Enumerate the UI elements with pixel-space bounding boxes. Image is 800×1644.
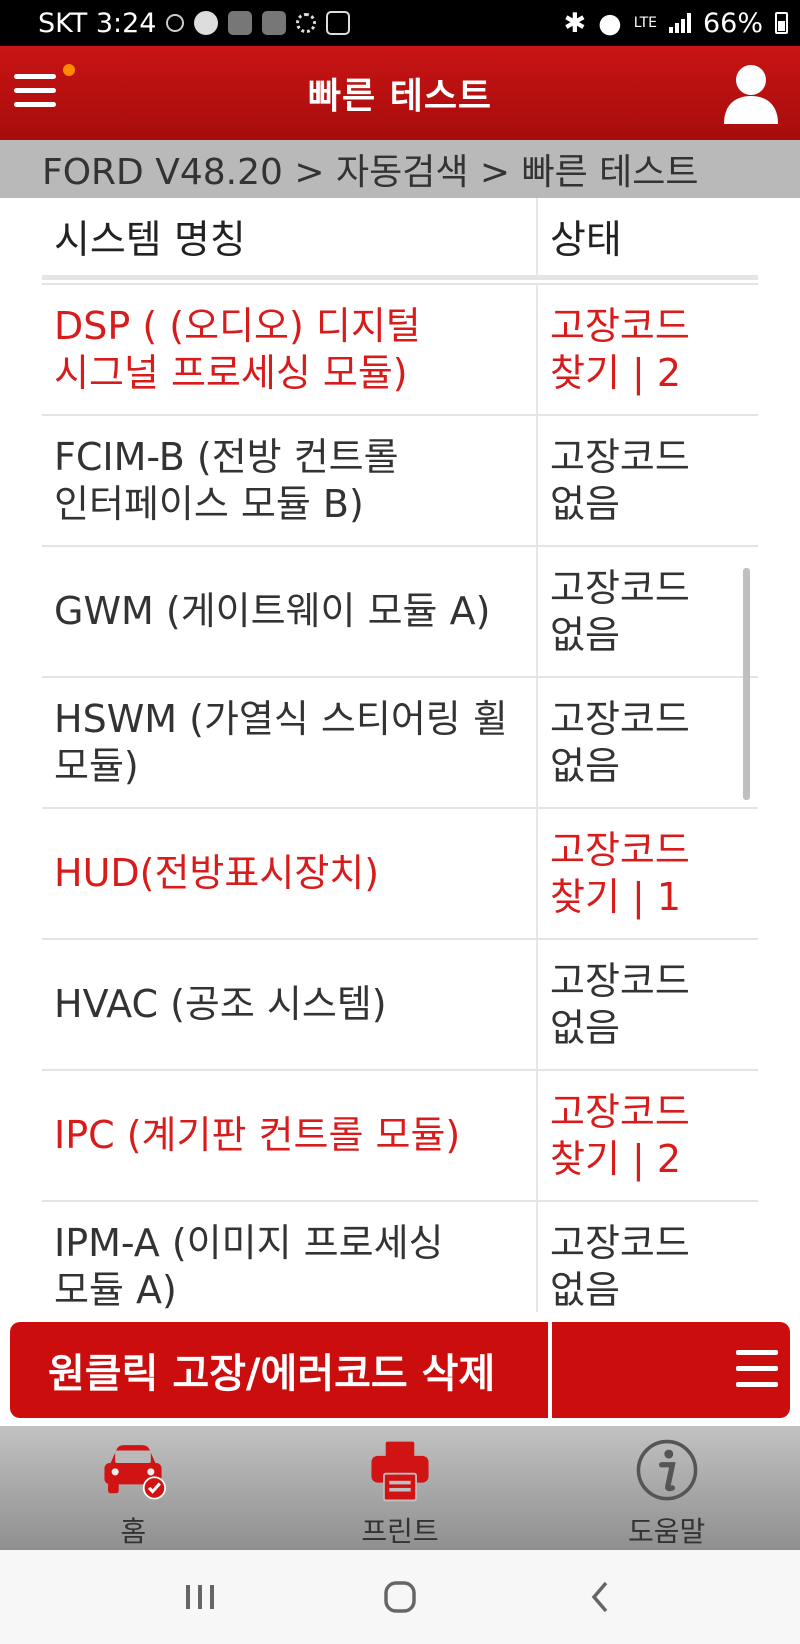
- back-icon[interactable]: [570, 1567, 630, 1627]
- status-text: 찾기 | 1: [550, 874, 682, 919]
- scrollbar-thumb[interactable]: [743, 568, 750, 800]
- stock-app-icon: [262, 11, 287, 35]
- home-icon[interactable]: [370, 1567, 430, 1627]
- system-name: FCIM-B (전방 컨트롤: [54, 434, 399, 479]
- status-text: 찾기 | 2: [550, 350, 682, 395]
- action-bar: 원클릭 고장/에러코드 삭제: [10, 1322, 790, 1418]
- breadcrumb: FORD V48.20 > 자동검색 > 빠른 테스트: [0, 140, 800, 198]
- nav-print[interactable]: 프린트: [267, 1426, 534, 1550]
- system-name: GWM (게이트웨이 모듈 A): [54, 589, 491, 633]
- status-text: 고장코드: [550, 303, 690, 348]
- status-cell: 고장코드 찾기 | 2: [538, 1071, 758, 1200]
- nav-help[interactable]: 도움말: [533, 1426, 800, 1550]
- status-cell: 고장코드 없음: [538, 940, 758, 1069]
- system-name: HVAC (공조 시스템): [54, 982, 387, 1026]
- status-text: 없음: [550, 1267, 620, 1312]
- network-type: LTE: [633, 15, 657, 31]
- system-name: 시그널 프로세싱 모듈): [54, 350, 408, 395]
- status-text: 고장코드: [550, 1089, 690, 1134]
- app-bar: 빠른 테스트: [0, 46, 800, 140]
- printer-icon: [371, 1441, 429, 1502]
- info-icon: [636, 1439, 697, 1501]
- status-text: 고장코드: [550, 958, 690, 1003]
- status-text: 없음: [550, 743, 620, 788]
- status-text: 없음: [550, 1005, 620, 1050]
- status-text: 고장코드: [550, 434, 690, 479]
- battery-icon: [775, 12, 788, 34]
- system-name-cell: HVAC (공조 시스템): [42, 940, 538, 1069]
- fan-icon: [296, 13, 317, 33]
- system-name-cell: DSP ( (오디오) 디지털 시그널 프로세싱 모듈): [42, 285, 538, 414]
- system-name-cell: IPM-A (이미지 프로세싱 모듈 A): [42, 1202, 538, 1312]
- column-header-status: 상태: [550, 217, 622, 263]
- system-nav-bar: [0, 1550, 800, 1644]
- bottom-nav: 홈 프린트 도움말: [0, 1426, 800, 1550]
- column-header-system-name: 시스템 명칭: [42, 198, 538, 275]
- system-name-cell: HUD(전방표시장치): [42, 809, 538, 938]
- system-name: IPM-A (이미지 프로세싱: [54, 1220, 444, 1265]
- status-cell: 고장코드 없음: [538, 678, 758, 807]
- stethoscope-icon: [166, 14, 185, 32]
- status-cell: 고장코드 찾기 | 2: [538, 285, 758, 414]
- page-title: 빠른 테스트: [307, 76, 493, 117]
- table-row[interactable]: HUD(전방표시장치) 고장코드 찾기 | 1: [42, 809, 758, 940]
- table-row[interactable]: GWM (게이트웨이 모듈 A) 고장코드 없음: [42, 547, 758, 678]
- nav-help-label: 도움말: [628, 1515, 706, 1548]
- system-name-cell: IPC (계기판 컨트롤 모듈): [42, 1071, 538, 1200]
- table-row[interactable]: FCIM-B (전방 컨트롤 인터페이스 모듈 B) 고장코드 없음: [42, 416, 758, 547]
- status-bar: SKT 3:24 ✱ ● LTE 66%: [0, 0, 800, 46]
- status-text: 찾기 | 2: [550, 1136, 682, 1181]
- status-text: 고장코드: [550, 1220, 690, 1265]
- status-cell: 고장코드 없음: [538, 416, 758, 545]
- status-text: 고장코드: [550, 696, 690, 741]
- status-text: 없음: [550, 612, 620, 657]
- system-name-cell: HSWM (가열식 스티어링 휠 모듈): [42, 678, 538, 807]
- app-notification-icon: [228, 11, 253, 35]
- hamburger-icon[interactable]: [14, 74, 56, 108]
- status-text: 없음: [550, 481, 620, 526]
- status-text: 고장코드: [550, 827, 690, 872]
- table-row[interactable]: IPM-A (이미지 프로세싱 모듈 A) 고장코드 없음: [42, 1202, 758, 1312]
- system-name: 인터페이스 모듈 B): [54, 481, 364, 526]
- table-row[interactable]: DSP ( (오디오) 디지털 시그널 프로세싱 모듈) 고장코드 찾기 | 2: [42, 285, 758, 416]
- menu-icon: [736, 1350, 778, 1398]
- battery-percent: 66%: [702, 7, 763, 39]
- system-name: 모듈): [54, 743, 139, 788]
- recent-apps-icon[interactable]: [170, 1567, 230, 1627]
- system-table: 시스템 명칭 상태 DSP ( (오디오) 디지털 시그널 프로세싱 모듈) 고장…: [42, 198, 758, 1312]
- table-row[interactable]: HSWM (가열식 스티어링 휠 모듈) 고장코드 없음: [42, 678, 758, 809]
- system-name: IPC (계기판 컨트롤 모듈): [54, 1113, 461, 1157]
- bluetooth-icon: ✱: [563, 7, 587, 39]
- system-name: DSP ( (오디오) 디지털: [54, 303, 421, 348]
- table-header: 시스템 명칭 상태: [42, 198, 758, 280]
- system-name: HSWM (가열식 스티어링 휠: [54, 696, 508, 741]
- table-row[interactable]: HVAC (공조 시스템) 고장코드 없음: [42, 940, 758, 1071]
- image-icon: [326, 11, 351, 35]
- status-text: 고장코드: [550, 565, 690, 610]
- app-notification-icon: [194, 11, 219, 35]
- system-name-cell: GWM (게이트웨이 모듈 A): [42, 547, 538, 676]
- nav-home-label: 홈: [120, 1515, 147, 1548]
- car-check-icon: [104, 1445, 167, 1500]
- user-icon[interactable]: [720, 60, 782, 126]
- nav-print-label: 프린트: [361, 1515, 439, 1548]
- signal-icon: [668, 13, 691, 33]
- location-icon: ●: [598, 7, 622, 39]
- system-name-cell: FCIM-B (전방 컨트롤 인터페이스 모듈 B): [42, 416, 538, 545]
- more-menu-button[interactable]: [552, 1322, 790, 1418]
- status-carrier-time: SKT 3:24: [38, 7, 157, 39]
- table-row[interactable]: IPC (계기판 컨트롤 모듈) 고장코드 찾기 | 2: [42, 1071, 758, 1202]
- system-name: 모듈 A): [54, 1267, 177, 1312]
- status-cell: 고장코드 없음: [538, 547, 758, 676]
- nav-home[interactable]: 홈: [0, 1426, 267, 1550]
- status-cell: 고장코드 찾기 | 1: [538, 809, 758, 938]
- notification-dot: [63, 64, 75, 76]
- system-name: HUD(전방표시장치): [54, 851, 380, 895]
- clear-codes-button[interactable]: 원클릭 고장/에러코드 삭제: [10, 1322, 548, 1418]
- status-cell: 고장코드 없음: [538, 1202, 758, 1312]
